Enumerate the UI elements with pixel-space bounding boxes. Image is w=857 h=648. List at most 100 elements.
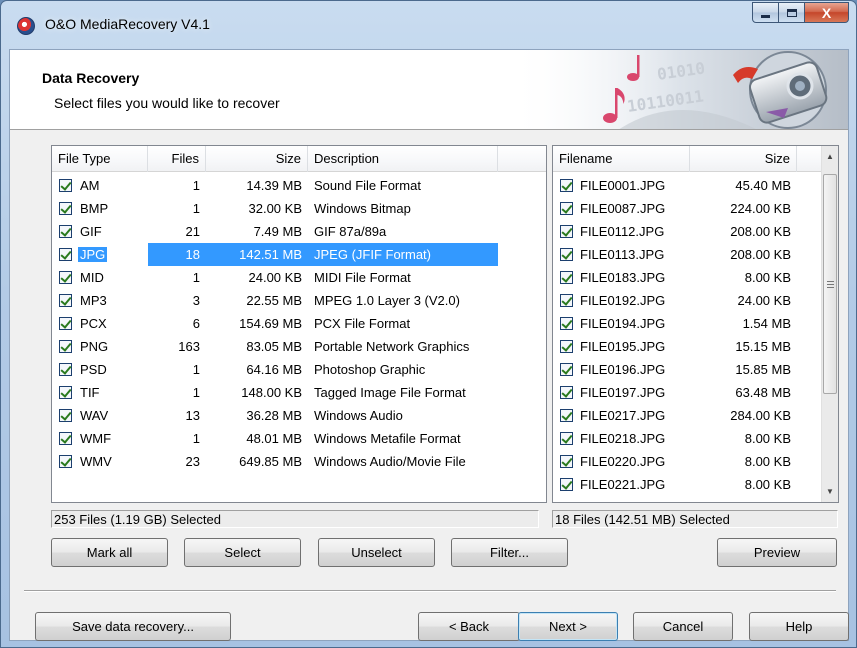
table-row[interactable]: WMF 1 48.01 MB Windows Metafile Format (52, 427, 546, 450)
page-subtitle: Select files you would like to recover (54, 95, 280, 111)
file-status: 18 Files (142.51 MB) Selected (552, 510, 838, 528)
list-item[interactable]: FILE0196.JPG 15.85 MB (553, 358, 822, 381)
scroll-up-arrow-icon[interactable]: ▲ (822, 148, 838, 165)
checkbox[interactable] (560, 317, 573, 331)
table-row[interactable]: PNG 163 83.05 MB Portable Network Graphics (52, 335, 546, 358)
column-header-size[interactable]: Size (206, 146, 308, 172)
save-data-recovery-button[interactable]: Save data recovery... (35, 612, 231, 641)
file-type-cell: GIF (52, 220, 148, 243)
checkbox[interactable] (560, 271, 573, 285)
list-item[interactable]: FILE0194.JPG 1.54 MB (553, 312, 822, 335)
checkbox[interactable] (59, 317, 72, 331)
checkbox[interactable] (560, 179, 573, 193)
file-size-cell: 15.85 MB (735, 362, 791, 377)
next-button[interactable]: Next > (518, 612, 618, 641)
checkbox[interactable] (59, 340, 72, 354)
column-header-files[interactable]: Files (148, 146, 206, 172)
filename-label: FILE0195.JPG (580, 339, 666, 354)
list-item[interactable]: FILE0112.JPG 208.00 KB (553, 220, 822, 243)
checkbox[interactable] (560, 432, 573, 446)
cancel-button[interactable]: Cancel (633, 612, 733, 641)
column-header-file-type[interactable]: File Type (52, 146, 148, 172)
checkbox[interactable] (59, 248, 72, 262)
list-item[interactable]: FILE0001.JPG 45.40 MB (553, 174, 822, 197)
checkbox[interactable] (59, 271, 72, 285)
list-item[interactable]: FILE0195.JPG 15.15 MB (553, 335, 822, 358)
checkbox[interactable] (560, 225, 573, 239)
wizard-header: Data Recovery Select files you would lik… (10, 50, 848, 130)
table-row[interactable]: AM 1 14.39 MB Sound File Format (52, 174, 546, 197)
list-item[interactable]: FILE0197.JPG 63.48 MB (553, 381, 822, 404)
filename-label: FILE0220.JPG (580, 454, 666, 469)
checkbox[interactable] (560, 386, 573, 400)
title-bar[interactable]: O&O MediaRecovery V4.1 X (1, 1, 856, 49)
checkbox[interactable] (560, 478, 573, 492)
list-item[interactable]: FILE0183.JPG 8.00 KB (553, 266, 822, 289)
column-header-description[interactable]: Description (308, 146, 498, 172)
help-button[interactable]: Help (749, 612, 849, 641)
checkbox[interactable] (59, 432, 72, 446)
filter-button[interactable]: Filter... (451, 538, 568, 567)
checkbox[interactable] (59, 363, 72, 377)
checkbox[interactable] (59, 202, 72, 216)
file-list[interactable]: Filename Size FILE0001.JPG 45.40 MB FILE00… (552, 145, 839, 503)
table-row[interactable]: PSD 1 64.16 MB Photoshop Graphic (52, 358, 546, 381)
maximize-button[interactable] (779, 2, 805, 23)
list-item[interactable]: FILE0217.JPG 284.00 KB (553, 404, 822, 427)
list-item[interactable]: FILE0087.JPG 224.00 KB (553, 197, 822, 220)
list-item[interactable]: FILE0192.JPG 24.00 KB (553, 289, 822, 312)
checkbox[interactable] (560, 202, 573, 216)
file-type-list[interactable]: File Type Files Size Description AM 1 14.3… (51, 145, 547, 503)
file-type-label: BMP (80, 201, 109, 216)
app-logo-icon[interactable] (17, 17, 35, 35)
checkbox[interactable] (59, 179, 72, 193)
checkbox[interactable] (59, 294, 72, 308)
checkbox[interactable] (560, 455, 573, 469)
filename-label: FILE0183.JPG (580, 270, 666, 285)
size-cell: 64.16 MB (246, 362, 302, 377)
file-type-cell: TIF (52, 381, 148, 404)
preview-button[interactable]: Preview (717, 538, 837, 567)
table-row[interactable]: WAV 13 36.28 MB Windows Audio (52, 404, 546, 427)
files-count-cell: 21 (185, 224, 200, 239)
filename-cell: FILE0218.JPG (553, 427, 690, 450)
table-row[interactable]: MP3 3 22.55 MB MPEG 1.0 Layer 3 (V2.0) (52, 289, 546, 312)
checkbox[interactable] (560, 248, 573, 262)
checkbox[interactable] (560, 363, 573, 377)
checkbox[interactable] (560, 409, 573, 423)
list-item[interactable]: FILE0218.JPG 8.00 KB (553, 427, 822, 450)
description-cell: Windows Metafile Format (314, 431, 461, 446)
mark-all-button[interactable]: Mark all (51, 538, 168, 567)
table-row[interactable]: MID 1 24.00 KB MIDI File Format (52, 266, 546, 289)
scroll-down-arrow-icon[interactable]: ▼ (822, 483, 838, 500)
filename-label: FILE0196.JPG (580, 362, 666, 377)
close-button[interactable]: X (805, 2, 849, 23)
table-row[interactable]: BMP 1 32.00 KB Windows Bitmap (52, 197, 546, 220)
column-header-file-size[interactable]: Size (690, 146, 797, 172)
unselect-button[interactable]: Unselect (318, 538, 435, 567)
footer-separator (24, 590, 836, 592)
checkbox[interactable] (59, 386, 72, 400)
select-button[interactable]: Select (184, 538, 301, 567)
checkbox[interactable] (560, 340, 573, 354)
table-row[interactable]: PCX 6 154.69 MB PCX File Format (52, 312, 546, 335)
file-list-scrollbar[interactable]: ▲ ▼ (821, 146, 838, 502)
list-item[interactable]: FILE0221.JPG 8.00 KB (553, 473, 822, 496)
checkbox[interactable] (59, 409, 72, 423)
scrollbar-thumb[interactable] (823, 174, 837, 394)
list-item[interactable]: FILE0220.JPG 8.00 KB (553, 450, 822, 473)
list-item[interactable]: FILE0113.JPG 208.00 KB (553, 243, 822, 266)
table-row[interactable]: WMV 23 649.85 MB Windows Audio/Movie File (52, 450, 546, 473)
checkbox[interactable] (59, 455, 72, 469)
table-row[interactable]: JPG 18 142.51 MB JPEG (JFIF Format) (52, 243, 546, 266)
files-count-cell: 23 (185, 454, 200, 469)
checkbox[interactable] (560, 294, 573, 308)
minimize-button[interactable] (752, 2, 779, 23)
table-row[interactable]: TIF 1 148.00 KB Tagged Image File Format (52, 381, 546, 404)
checkbox[interactable] (59, 225, 72, 239)
table-row[interactable]: GIF 21 7.49 MB GIF 87a/89a (52, 220, 546, 243)
close-icon: X (821, 4, 832, 21)
column-header-filename[interactable]: Filename (553, 146, 690, 172)
size-cell: 48.01 MB (246, 431, 302, 446)
back-button[interactable]: < Back (418, 612, 520, 641)
